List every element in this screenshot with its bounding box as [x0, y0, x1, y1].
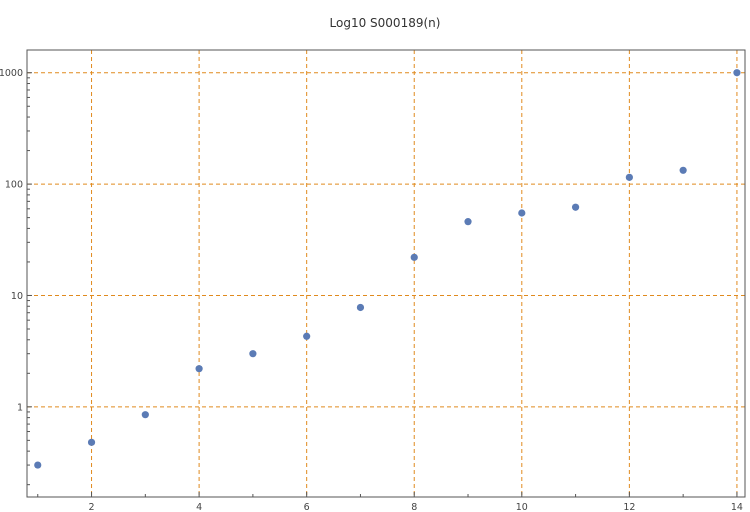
data-point — [733, 69, 741, 77]
data-point — [249, 350, 257, 358]
y-tick-label: 100 — [5, 180, 23, 191]
data-point — [34, 461, 42, 469]
grid-lines — [27, 50, 745, 497]
axis-ticks — [27, 72, 738, 497]
data-point — [410, 253, 418, 261]
data-point — [518, 209, 526, 217]
scatter-chart: Log10 S000189(n) 2 4 6 8 10 12 14 1 10 100 1000 — [0, 16, 746, 512]
x-tick-label: 14 — [731, 502, 743, 512]
y-tick-label: 10 — [11, 291, 23, 302]
data-point — [195, 365, 203, 373]
x-tick-label: 8 — [411, 502, 417, 512]
chart-title: Log10 S000189(n) — [330, 16, 441, 30]
x-tick-label: 2 — [89, 502, 95, 512]
data-point — [356, 303, 365, 312]
data-point — [679, 166, 687, 174]
y-tick-label: 1000 — [0, 68, 23, 79]
x-tick-label: 12 — [623, 502, 635, 512]
y-tick-label: 1 — [17, 402, 23, 413]
x-tick-label: 6 — [304, 502, 310, 512]
data-point — [303, 332, 311, 340]
plot-frame — [26, 49, 746, 498]
data-point — [625, 173, 633, 181]
data-point — [464, 218, 472, 226]
tick-labels: 2 4 6 8 10 12 14 1 10 100 1000 — [0, 68, 743, 512]
data-point — [87, 438, 96, 446]
data-point — [571, 203, 580, 211]
x-tick-label: 4 — [196, 502, 202, 512]
data-points — [34, 69, 741, 469]
data-point — [141, 411, 149, 419]
x-tick-label: 10 — [516, 502, 528, 512]
